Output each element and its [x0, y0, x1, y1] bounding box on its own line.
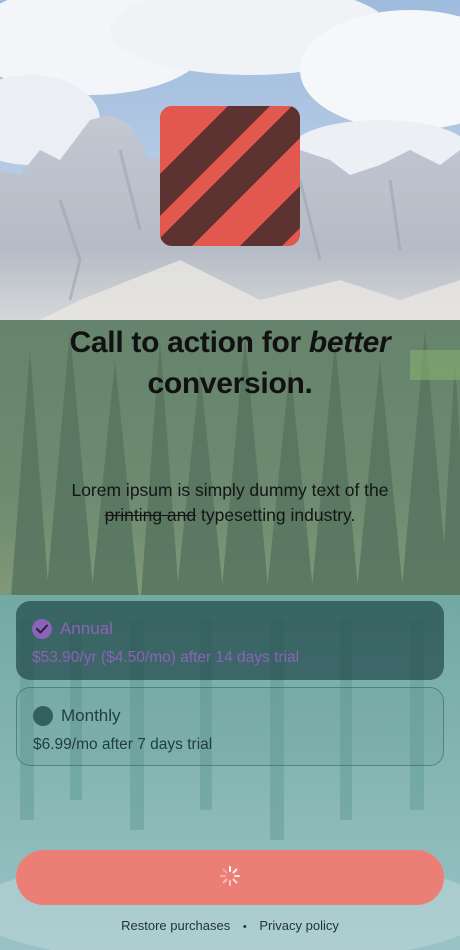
checkmark-icon — [32, 619, 52, 639]
footer-links: Restore purchases • Privacy policy — [0, 918, 460, 933]
strikethrough-text: printing and — [104, 505, 197, 525]
plan-option-annual[interactable]: Annual $53.90/yr ($4.50/mo) after 14 day… — [16, 601, 444, 680]
plan-title: Annual — [60, 619, 113, 638]
radio-unselected-icon — [33, 706, 53, 726]
privacy-policy-link[interactable]: Privacy policy — [259, 918, 338, 933]
plan-title: Monthly — [61, 706, 121, 725]
spinner-icon — [219, 865, 241, 890]
restore-purchases-link[interactable]: Restore purchases — [121, 918, 230, 933]
continue-button[interactable] — [16, 850, 444, 905]
plan-price-detail: $53.90/yr ($4.50/mo) after 14 days trial — [32, 649, 300, 666]
plan-price-detail: $6.99/mo after 7 days trial — [33, 736, 213, 753]
headline-emphasis: better — [308, 326, 391, 359]
subtitle-text: Lorem ipsum is simply dummy text of the … — [71, 480, 389, 525]
footer-separator: • — [242, 921, 247, 933]
plan-option-monthly[interactable]: Monthly $6.99/mo after 7 days trial — [16, 687, 444, 766]
headline-title: Call to action for better conversion. — [69, 326, 391, 400]
app-logo — [160, 106, 300, 246]
